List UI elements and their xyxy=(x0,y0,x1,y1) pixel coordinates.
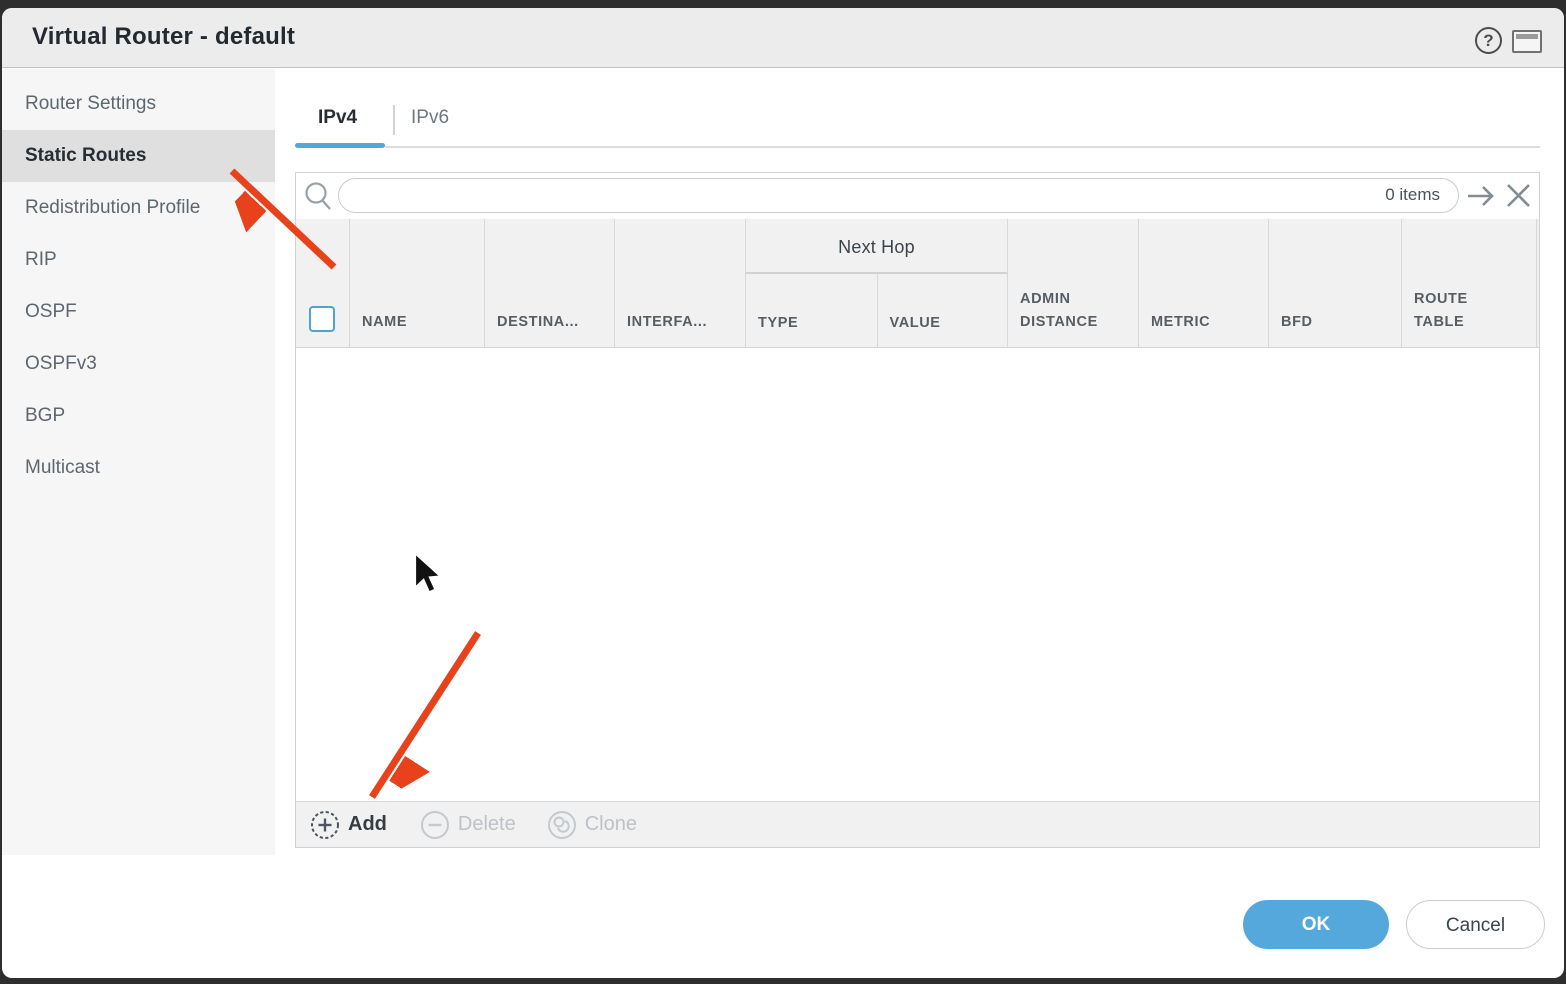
arrow-right-icon[interactable] xyxy=(1466,181,1498,211)
header-checkbox-cell xyxy=(296,219,349,347)
search-icon xyxy=(305,182,331,210)
ok-button[interactable]: OK xyxy=(1243,900,1389,949)
add-button[interactable]: Add xyxy=(309,809,387,841)
sidebar-item-ospfv3[interactable]: OSPFv3 xyxy=(2,338,275,390)
clone-button[interactable]: Clone xyxy=(546,809,637,841)
sidebar-item-redistribution-profile[interactable]: Redistribution Profile xyxy=(2,182,275,234)
column-header-name[interactable]: NAME xyxy=(349,219,484,347)
column-group-next-hop: Next Hop TYPE VALUE xyxy=(745,219,1008,348)
sidebar-item-static-routes[interactable]: Static Routes xyxy=(2,130,275,182)
delete-button[interactable]: Delete xyxy=(419,809,516,841)
header-filler-cell xyxy=(1536,219,1539,347)
column-header-metric[interactable]: METRIC xyxy=(1138,219,1268,347)
tab-ipv4[interactable]: IPv4 xyxy=(318,107,357,129)
column-header-type[interactable]: TYPE xyxy=(746,274,877,348)
tab-ipv6[interactable]: IPv6 xyxy=(411,107,449,129)
active-tab-indicator xyxy=(295,143,385,148)
table-body-empty xyxy=(296,348,1539,801)
sidebar-item-router-settings[interactable]: Router Settings xyxy=(2,78,275,130)
static-routes-table: 0 items NAME DESTINA... INTERFA... Next … xyxy=(295,172,1540,848)
cancel-button[interactable]: Cancel xyxy=(1406,900,1545,949)
dialog-title: Virtual Router - default xyxy=(32,23,296,50)
sidebar-item-bgp[interactable]: BGP xyxy=(2,390,275,442)
column-header-destination[interactable]: DESTINA... xyxy=(484,219,614,347)
help-icon[interactable]: ? xyxy=(1475,27,1502,54)
window-restore-icon[interactable] xyxy=(1512,30,1542,53)
table-toolbar: Add Delete Clone xyxy=(296,801,1539,847)
sidebar-item-ospf[interactable]: OSPF xyxy=(2,286,275,338)
sidebar-item-multicast[interactable]: Multicast xyxy=(2,442,275,494)
select-all-checkbox[interactable] xyxy=(309,306,335,332)
clear-search-x-icon[interactable] xyxy=(1504,181,1534,211)
column-header-route-table[interactable]: ROUTE TABLE xyxy=(1401,219,1536,347)
search-field[interactable]: 0 items xyxy=(338,178,1459,213)
dialog-titlebar: Virtual Router - default ? xyxy=(2,8,1564,68)
minus-circle-icon xyxy=(420,810,449,839)
tab-bottom-rule xyxy=(385,146,1540,148)
virtual-router-dialog: Virtual Router - default ? Router Settin… xyxy=(2,8,1564,978)
clone-icon xyxy=(547,810,576,839)
column-header-admin-distance[interactable]: ADMIN DISTANCE xyxy=(1007,219,1138,347)
table-header: NAME DESTINA... INTERFA... Next Hop TYPE… xyxy=(296,219,1539,348)
next-hop-group-label: Next Hop xyxy=(838,237,915,257)
plus-circle-icon xyxy=(311,810,339,839)
sidebar-item-rip[interactable]: RIP xyxy=(2,234,275,286)
search-input[interactable] xyxy=(355,181,1295,209)
column-header-value[interactable]: VALUE xyxy=(876,274,1008,348)
tab-divider xyxy=(393,105,395,135)
table-search-row: 0 items xyxy=(296,173,1539,219)
column-header-bfd[interactable]: BFD xyxy=(1268,219,1401,347)
column-header-interface[interactable]: INTERFA... xyxy=(614,219,745,347)
items-count-badge: 0 items xyxy=(1385,185,1440,204)
dialog-sidebar: Router Settings Static Routes Redistribu… xyxy=(2,69,275,855)
